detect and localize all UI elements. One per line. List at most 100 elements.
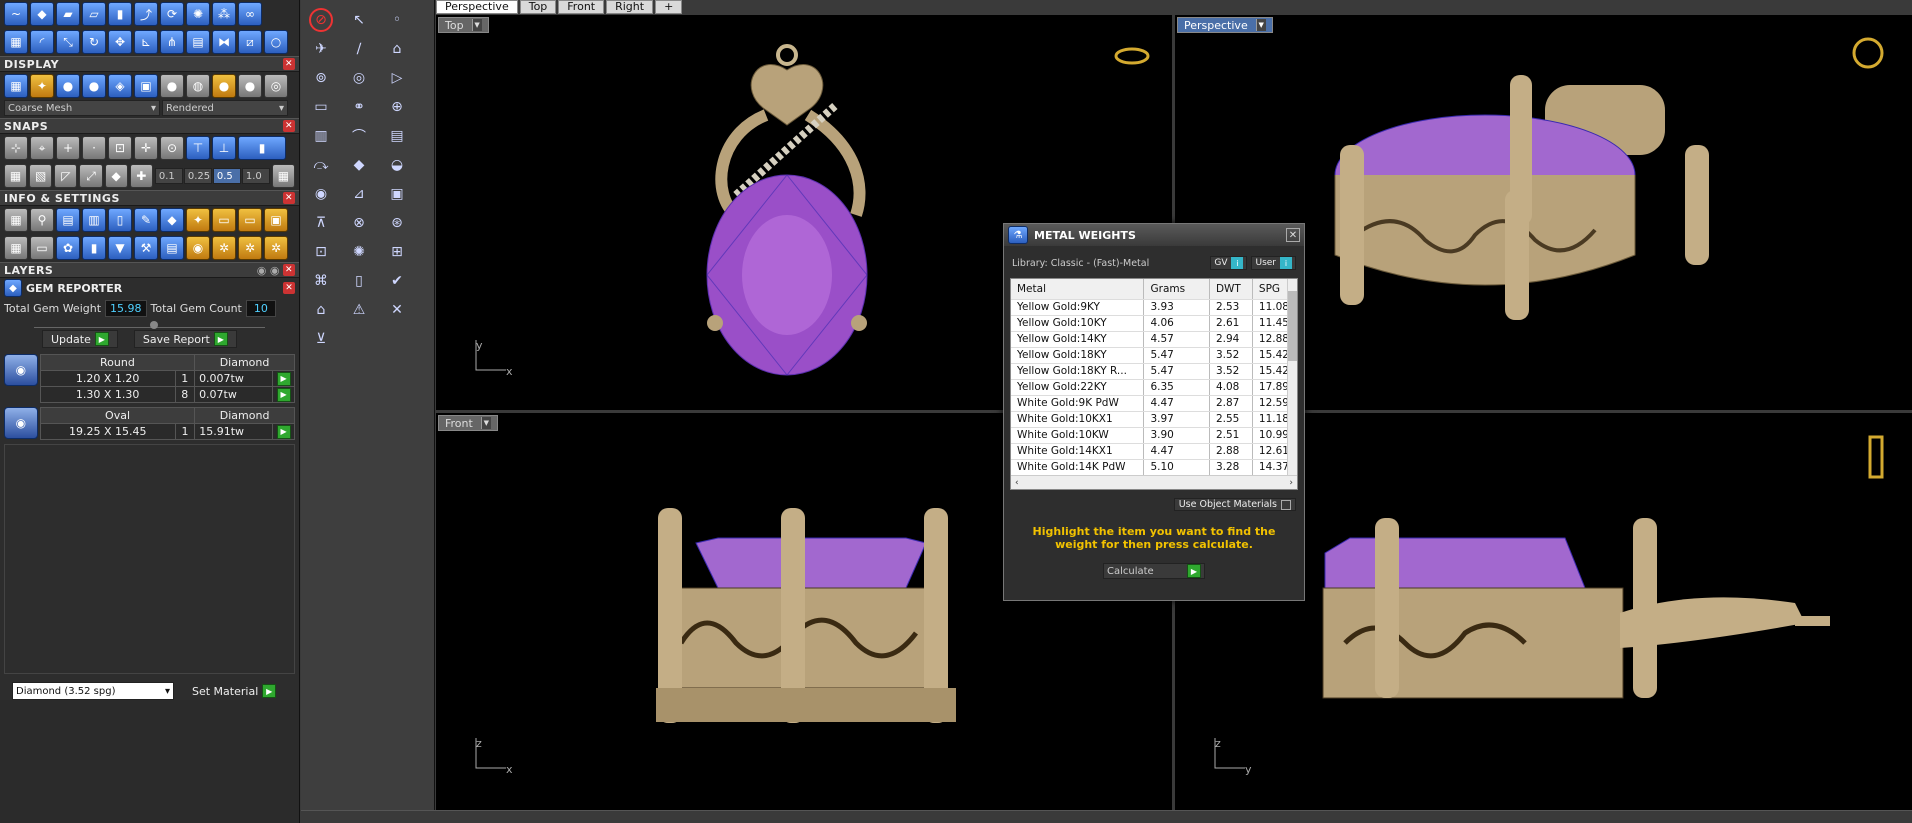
ortho-icon[interactable]: ▧ [29, 164, 53, 188]
set-material-button[interactable]: Set Material ▶ [184, 683, 284, 699]
modeling-tool-icon[interactable]: ⊛ [385, 211, 409, 235]
snap-point-icon[interactable]: + [56, 136, 80, 160]
metal-row[interactable]: White Gold:14KX1 4.47 2.88 12.61 [1011, 443, 1298, 460]
modeling-tool-icon[interactable]: ⊼ [309, 211, 333, 235]
gumball-icon[interactable]: ✚ [129, 164, 153, 188]
metal-row[interactable]: Yellow Gold:18KY R... 5.47 3.52 15.42 [1011, 363, 1298, 380]
tools-icon[interactable]: ⚒ [134, 236, 158, 260]
mirror-icon[interactable]: ⧓ [212, 30, 236, 54]
grid-snap-icon[interactable]: ▦ [4, 164, 28, 188]
surface-icon[interactable]: ▰ [56, 2, 80, 26]
tab-add[interactable]: + [655, 0, 683, 14]
modeling-tool-icon[interactable]: ◒ [385, 153, 409, 177]
sphere-gold-icon[interactable]: ● [212, 74, 236, 98]
modeling-tool-icon[interactable]: ▣ [385, 182, 409, 206]
snap-end-icon[interactable]: ⊹ [4, 136, 28, 160]
array-icon[interactable]: ⁂ [212, 2, 236, 26]
snap-mid-icon[interactable]: · [82, 136, 106, 160]
snap-value-1[interactable]: 0.25 [183, 168, 212, 184]
eye-icon[interactable]: ◉ [257, 264, 267, 277]
snap-quad-icon[interactable]: ⊥ [212, 136, 236, 160]
user-button[interactable]: User i [1251, 256, 1296, 270]
column-header-dwt[interactable]: DWT [1209, 279, 1253, 300]
viewport-layout-icon[interactable]: ▦ [4, 74, 28, 98]
gear-icon[interactable]: ✺ [186, 2, 210, 26]
checkbox[interactable] [1281, 499, 1291, 510]
move-icon[interactable]: ✥ [108, 30, 132, 54]
horizontal-scrollbar[interactable]: ‹ › [1011, 475, 1297, 489]
image-icon[interactable]: ▣ [264, 208, 288, 232]
metal-row[interactable]: Yellow Gold:10KY 4.06 2.61 11.45 [1011, 315, 1298, 332]
scrollbar-thumb[interactable] [1288, 291, 1297, 361]
modeling-tool-icon[interactable]: ◉ [309, 182, 333, 206]
snapshot-icon[interactable]: ◉ [186, 236, 210, 260]
sweep-icon[interactable]: ⋔ [160, 30, 184, 54]
osnap-icon[interactable]: ⤢ [79, 164, 103, 188]
metal-row[interactable]: White Gold:10KW 3.90 2.51 10.99 [1011, 427, 1298, 444]
planar-icon[interactable]: ◸ [54, 164, 78, 188]
modeling-tool-icon[interactable]: ▯ [347, 269, 371, 293]
cylinder-icon[interactable]: ▮ [108, 2, 132, 26]
sphere-rendered-icon[interactable]: ● [82, 74, 106, 98]
close-icon[interactable]: ✕ [283, 282, 295, 294]
twist-icon[interactable]: ⟳ [160, 2, 184, 26]
tab-top[interactable]: Top [519, 0, 557, 14]
save-report-button[interactable]: Save Report ▶ [133, 330, 237, 348]
tab-front[interactable]: Front [558, 0, 605, 14]
modeling-tool-icon[interactable]: ↖ [347, 8, 371, 32]
grid-toggle-icon[interactable]: ▦ [271, 164, 295, 188]
eye2-icon[interactable]: ◉ [270, 264, 280, 277]
cube-icon[interactable]: ◆ [160, 208, 184, 232]
column-header-metal[interactable]: Metal [1011, 279, 1145, 300]
modeling-tool-icon[interactable]: ◎ [347, 66, 371, 90]
snap-cen-icon[interactable]: ⊡ [108, 136, 132, 160]
modeling-tool-icon[interactable]: ⌂ [309, 298, 333, 322]
column-header-grams[interactable]: Grams [1143, 279, 1210, 300]
rotate-icon[interactable]: ↻ [82, 30, 106, 54]
modeling-tool-icon[interactable]: ⊚ [309, 66, 333, 90]
modeling-tool-icon[interactable]: ▷ [385, 66, 409, 90]
panel-icon[interactable]: ▦ [4, 236, 28, 260]
dialog-titlebar[interactable]: ⚗ METAL WEIGHTS ✕ [1004, 224, 1304, 246]
environment-icon[interactable]: ◈ [108, 74, 132, 98]
modeling-tool-icon[interactable]: ⤼ [309, 153, 333, 177]
scale-icon[interactable]: ⤡ [56, 30, 80, 54]
modeling-tool-icon[interactable]: ▭ [309, 95, 333, 119]
close-icon[interactable]: ✕ [283, 120, 295, 132]
modeling-tool-icon[interactable]: ✕ [385, 298, 409, 322]
slider-handle[interactable] [150, 321, 158, 329]
snap-tan-icon[interactable]: ⊤ [186, 136, 210, 160]
modeling-tool-icon[interactable]: ⊡ [309, 240, 333, 264]
close-icon[interactable]: ✕ [283, 192, 295, 204]
render-icon[interactable]: ✦ [186, 208, 210, 232]
metal-row[interactable]: Yellow Gold:22KY 6.35 4.08 17.89 [1011, 379, 1298, 396]
vertical-scrollbar[interactable] [1287, 279, 1297, 475]
screen-icon[interactable]: ▣ [134, 74, 158, 98]
mesh-select[interactable]: Coarse Mesh ▾ [4, 100, 160, 116]
circle-icon[interactable]: ○ [264, 30, 288, 54]
properties-icon[interactable]: ▦ [4, 208, 28, 232]
gem-icon[interactable]: ◆ [30, 2, 54, 26]
snap-perp-icon[interactable]: ⊙ [160, 136, 184, 160]
pen-icon[interactable]: ✎ [134, 208, 158, 232]
sphere-shaded-icon[interactable]: ● [56, 74, 80, 98]
modeling-tool-icon[interactable]: ▤ [385, 124, 409, 148]
modeling-tool-icon[interactable]: ⌒ [347, 124, 371, 148]
metal-row[interactable]: White Gold:9K PdW 4.47 2.87 12.59 [1011, 395, 1298, 412]
stop-icon[interactable]: ⊘ [309, 8, 333, 32]
light-icon[interactable]: ✦ [30, 74, 54, 98]
metal-row[interactable]: White Gold:10KX1 3.97 2.55 11.18 [1011, 411, 1298, 428]
scroll-right-icon[interactable]: › [1289, 478, 1293, 488]
arc-icon[interactable]: ◜ [30, 30, 54, 54]
split-icon[interactable]: ⧄ [238, 30, 262, 54]
close-icon[interactable]: ✕ [283, 264, 295, 276]
effects-icon[interactable]: ✲ [238, 236, 262, 260]
magnify-icon[interactable]: ⚲ [30, 208, 54, 232]
snap-near-icon[interactable]: ⌖ [30, 136, 54, 160]
snap-int-icon[interactable]: ✛ [134, 136, 158, 160]
close-icon[interactable]: ✕ [1286, 228, 1300, 242]
link-icon[interactable]: ∞ [238, 2, 262, 26]
update-button[interactable]: Update ▶ [42, 330, 118, 348]
metal-row[interactable]: Yellow Gold:18KY 5.47 3.52 15.42 [1011, 347, 1298, 364]
render-mode-select[interactable]: Rendered ▾ [162, 100, 288, 116]
